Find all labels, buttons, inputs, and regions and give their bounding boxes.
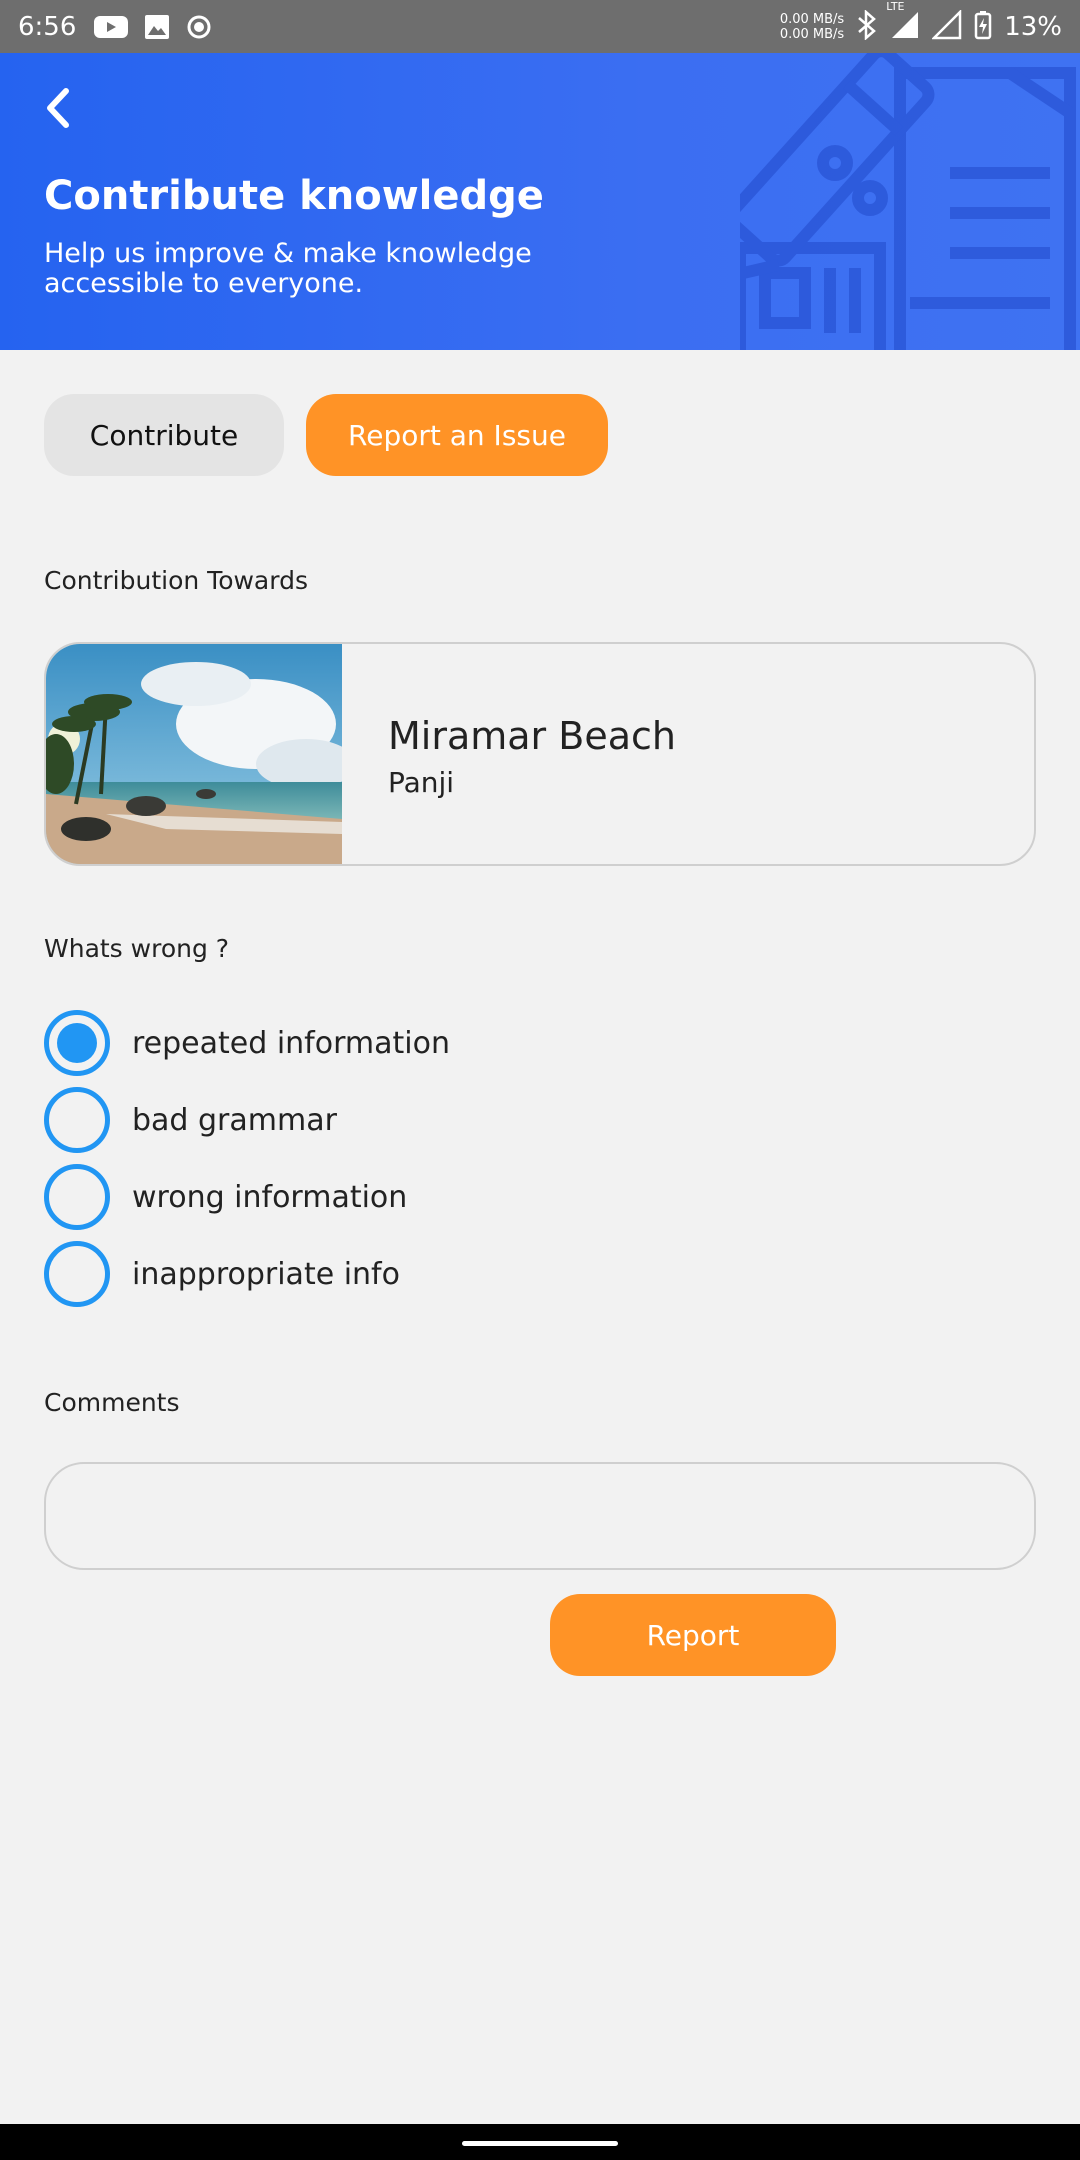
document-pencil-illustration: [740, 53, 1076, 350]
back-button[interactable]: [38, 83, 78, 133]
status-time: 6:56: [18, 11, 77, 42]
beach-thumbnail: [46, 644, 342, 864]
radio-button-checked[interactable]: [44, 1010, 110, 1076]
page-title: Contribute knowledge: [44, 173, 544, 219]
chevron-left-icon: [47, 88, 69, 128]
option-label: wrong information: [132, 1179, 408, 1215]
tab-contribute[interactable]: Contribute: [44, 394, 284, 476]
place-name: Miramar Beach: [388, 714, 676, 758]
lte-signal-icon: LTE: [886, 0, 920, 44]
net-down: 0.00 MB/s: [779, 26, 845, 42]
tab-report-an-issue[interactable]: Report an Issue: [306, 394, 608, 476]
battery-percent: 13%: [1004, 11, 1062, 42]
option-inappropriate-info[interactable]: inappropriate info: [44, 1241, 400, 1307]
radio-button[interactable]: [44, 1241, 110, 1307]
option-repeated-information[interactable]: repeated information: [44, 1010, 450, 1076]
record-icon: [186, 14, 212, 40]
signal-icon: [931, 8, 962, 44]
comments-label: Comments: [44, 1388, 180, 1417]
net-up: 0.00 MB/s: [779, 11, 845, 27]
network-speed: 0.00 MB/s 0.00 MB/s: [780, 12, 844, 42]
status-right: 0.00 MB/s 0.00 MB/s LTE 13%: [780, 0, 1062, 44]
youtube-icon: [94, 14, 129, 40]
whats-wrong-label: Whats wrong ?: [44, 934, 230, 963]
home-gesture-pill[interactable]: [462, 2141, 618, 2146]
contribution-towards-label: Contribution Towards: [44, 566, 308, 595]
option-label: bad grammar: [132, 1102, 337, 1138]
page-subtitle: Help us improve & make knowledge accessi…: [44, 238, 532, 299]
place-location: Panji: [388, 766, 455, 799]
option-label: repeated information: [132, 1025, 450, 1061]
report-button[interactable]: Report: [550, 1594, 836, 1676]
option-label: inappropriate info: [132, 1256, 400, 1292]
status-bar: 6:56 0.00 MB/s 0.00 MB/s LTE 13%: [0, 0, 1080, 53]
option-wrong-information[interactable]: wrong information: [44, 1164, 407, 1230]
navigation-bar: [0, 2124, 1080, 2160]
bluetooth-icon: [856, 8, 878, 44]
header-banner: Contribute knowledge Help us improve & m…: [0, 53, 1080, 350]
gallery-icon: [144, 14, 170, 40]
comments-input[interactable]: [44, 1462, 1036, 1570]
radio-button[interactable]: [44, 1087, 110, 1153]
option-bad-grammar[interactable]: bad grammar: [44, 1087, 337, 1153]
place-card[interactable]: Miramar Beach Panji: [44, 642, 1036, 866]
battery-icon: [974, 10, 992, 44]
network-type: LTE: [886, 0, 905, 13]
radio-button[interactable]: [44, 1164, 110, 1230]
